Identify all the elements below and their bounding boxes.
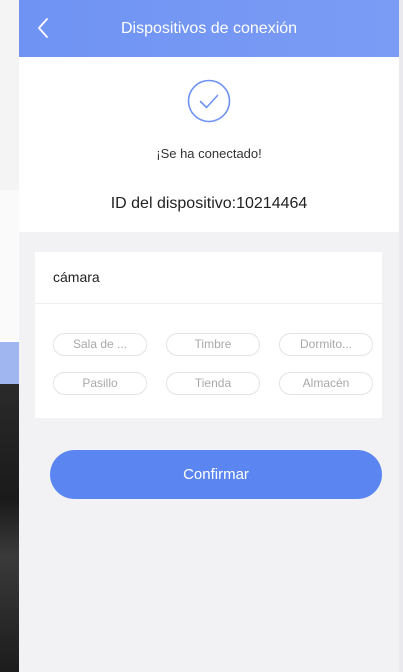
tag-chip-bedroom[interactable]: Dormito... — [279, 333, 373, 356]
tag-chip-store[interactable]: Tienda — [166, 372, 260, 395]
confirm-button[interactable]: Confirmar — [50, 450, 382, 499]
background-left-blue — [0, 342, 19, 384]
background-left-panel — [0, 190, 19, 340]
tag-chip-doorbell[interactable]: Timbre — [166, 333, 260, 356]
tag-chip-living-room[interactable]: Sala de ... — [53, 333, 147, 356]
check-circle-icon — [187, 79, 231, 123]
device-name-field[interactable]: cámara — [35, 252, 382, 304]
page: Dispositivos de conexión ¡Se ha conectad… — [0, 0, 403, 672]
tag-chip-hallway[interactable]: Pasillo — [53, 372, 147, 395]
device-name-value: cámara — [53, 269, 100, 285]
device-id-text: ID del dispositivo:10214464 — [110, 195, 308, 212]
tag-chip-warehouse[interactable]: Almacén — [279, 372, 373, 395]
device-name-card: cámara Sala de ... Timbre Dormito... Pas… — [35, 252, 382, 418]
background-left-top — [0, 0, 19, 190]
background-left-dark — [0, 384, 19, 672]
page-title: Dispositivos de conexión — [120, 20, 298, 37]
connection-status-card: ¡Se ha conectado! ID del dispositivo:102… — [19, 57, 399, 232]
connected-message: ¡Se ha conectado! — [156, 146, 262, 161]
app-screen: Dispositivos de conexión ¡Se ha conectad… — [19, 0, 399, 672]
background-right-edge — [399, 0, 403, 672]
header-bar: Dispositivos de conexión — [19, 0, 399, 57]
